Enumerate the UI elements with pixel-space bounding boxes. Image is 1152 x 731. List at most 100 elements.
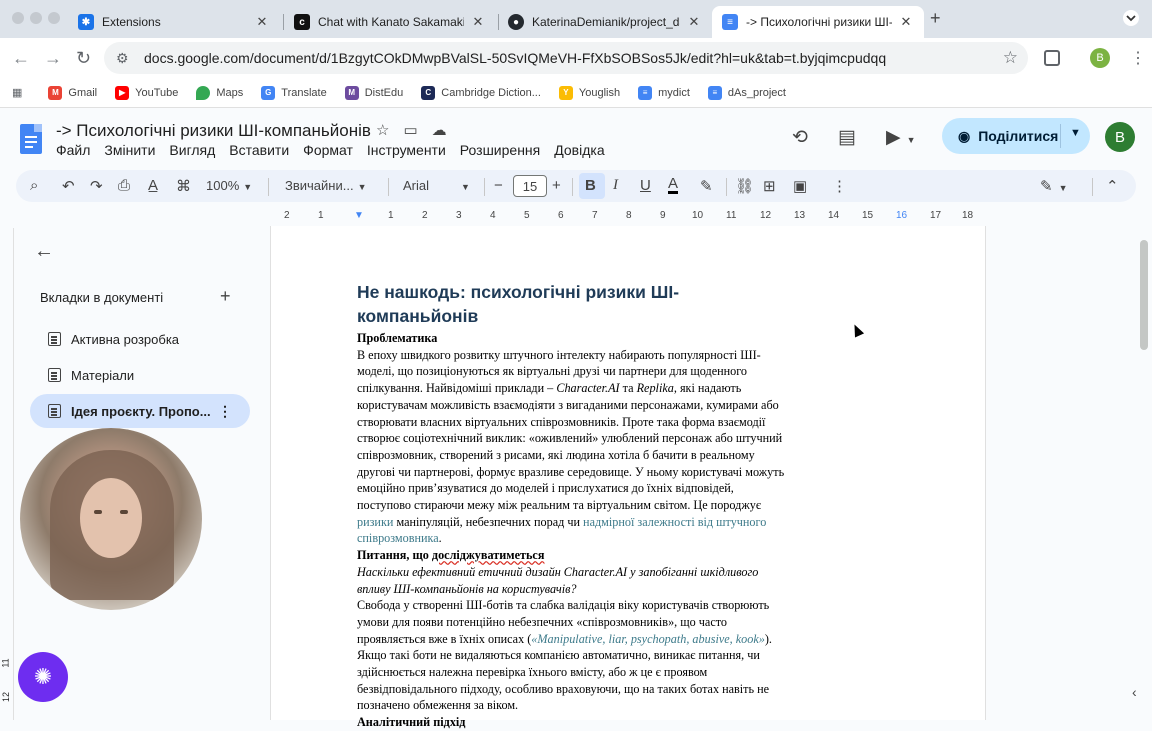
bookmark-youtube[interactable]: ▶ YouTube xyxy=(115,85,178,100)
vertical-ruler[interactable]: 11 12 xyxy=(0,228,14,720)
browser-tab-strip: ✱ Extensions ✕ c Chat with Kanato Sakama… xyxy=(0,0,1152,38)
close-icon[interactable]: ✕ xyxy=(254,14,270,30)
undo-icon[interactable]: ↶ xyxy=(62,177,75,195)
add-tab-icon[interactable]: + xyxy=(220,286,231,307)
section-title-question: Питання, що досліджуватиметься xyxy=(357,548,545,563)
profile-avatar[interactable]: B xyxy=(1090,48,1110,68)
bookmark-maps[interactable]: Maps xyxy=(196,85,243,100)
sidebar-tab-materials[interactable]: Матеріали xyxy=(30,358,250,392)
bookmark-das-project[interactable]: ≡ dAs_project xyxy=(707,85,786,100)
insert-link-icon[interactable]: ⛓ xyxy=(735,177,754,195)
add-comment-icon[interactable]: ⊞ xyxy=(763,177,776,195)
editing-mode-icon[interactable]: ✎ ▼ xyxy=(1040,177,1068,195)
assistant-launcher-button[interactable]: ✺ xyxy=(18,652,68,702)
tab-title: -> Психологічні ризики ШІ- xyxy=(746,15,892,29)
puzzle-icon: ✱ xyxy=(78,14,94,30)
github-icon: ● xyxy=(508,14,524,30)
link-risks[interactable]: ризики xyxy=(357,515,393,529)
highlight-icon[interactable]: ✎ xyxy=(700,177,713,195)
paragraph-problem: В епоху швидкого розвитку штучного інтел… xyxy=(357,347,785,546)
browser-tab-extensions[interactable]: ✱ Extensions ✕ xyxy=(68,6,280,38)
menu-file[interactable]: Файл xyxy=(56,142,90,158)
bookmark-star-icon[interactable]: ☆ xyxy=(1003,48,1018,68)
close-icon[interactable]: ✕ xyxy=(898,14,914,30)
more-tools-icon[interactable]: ⋮ xyxy=(832,177,847,195)
font-size-input[interactable]: 15 xyxy=(513,175,547,197)
bold-icon[interactable]: B xyxy=(585,177,596,194)
text-color-icon[interactable]: A xyxy=(668,176,679,194)
version-history-icon[interactable]: ⟲ xyxy=(792,126,808,149)
decrease-font-size-icon[interactable]: − xyxy=(494,177,503,194)
close-icon[interactable]: ✕ xyxy=(470,14,486,30)
extensions-icon[interactable] xyxy=(1044,50,1060,66)
menu-help[interactable]: Довідка xyxy=(554,142,604,158)
new-tab-button[interactable]: + xyxy=(930,8,941,29)
browser-tab-chat[interactable]: c Chat with Kanato Sakamaki | ✕ xyxy=(284,6,496,38)
browser-menu-icon[interactable]: ⋮ xyxy=(1130,48,1146,68)
address-bar[interactable]: ⚙ docs.google.com/document/d/1BzgytCOkDM… xyxy=(104,42,1028,74)
globe-icon: ◉ xyxy=(958,127,971,144)
share-button[interactable]: ◉ Поділитися ▼ xyxy=(942,118,1090,154)
reload-icon[interactable]: ↻ xyxy=(76,48,91,69)
paint-format-icon[interactable]: ⌘ xyxy=(176,177,191,195)
more-options-icon[interactable]: ⋮ xyxy=(218,403,232,420)
window-zoom-control[interactable] xyxy=(48,12,60,24)
print-icon[interactable]: ⎙ xyxy=(118,177,130,194)
hide-menus-icon[interactable]: ⌃ xyxy=(1106,177,1119,195)
cloud-saved-icon[interactable]: ☁ xyxy=(432,121,447,139)
document-tabs-heading: Вкладки в документі xyxy=(40,290,164,305)
bookmark-gmail[interactable]: M Gmail xyxy=(48,85,97,100)
increase-font-size-icon[interactable]: + xyxy=(552,177,561,194)
docs-logo-icon[interactable] xyxy=(20,124,42,154)
tab-title: KaterinaDemianik/project_da xyxy=(532,15,680,29)
italic-icon[interactable]: I xyxy=(613,177,618,194)
apps-grid-icon[interactable]: ▦ xyxy=(12,86,22,99)
comments-icon[interactable]: ▤ xyxy=(838,126,856,149)
document-body[interactable]: Не нашкодь: психологічні ризики ШІ-компа… xyxy=(357,280,789,731)
bookmark-mydict[interactable]: ≡ mydict xyxy=(638,85,690,100)
meet-icon[interactable]: ▶ ▼ xyxy=(886,126,916,149)
document-title[interactable]: -> Психологічні ризики ШІ-компаньйонів xyxy=(56,121,371,141)
back-icon[interactable]: ← xyxy=(12,48,30,69)
paragraph-style-select[interactable]: Звичайни... ▼ xyxy=(285,178,366,193)
link-bot-descriptions[interactable]: «Manipulative, liar, psychopath, abusive… xyxy=(531,632,765,646)
back-arrow-icon[interactable]: ← xyxy=(34,240,54,263)
horizontal-ruler[interactable]: 2 1 ▼ 1 2 3 4 5 6 7 8 9 10 11 12 13 14 1… xyxy=(270,206,986,226)
section-title-problem: Проблематика xyxy=(357,331,438,345)
window-minimize-control[interactable] xyxy=(30,12,42,24)
menu-view[interactable]: Вигляд xyxy=(169,142,215,158)
star-icon[interactable]: ☆ xyxy=(376,121,389,139)
underline-icon[interactable]: U xyxy=(640,177,651,194)
account-avatar[interactable]: B xyxy=(1105,122,1135,152)
browser-tab-github[interactable]: ● KaterinaDemianik/project_da ✕ xyxy=(498,6,712,38)
side-panel-toggle-icon[interactable]: ‹ xyxy=(1132,684,1152,706)
bookmark-translate[interactable]: G Translate xyxy=(261,85,327,100)
menu-tools[interactable]: Інструменти xyxy=(367,142,446,158)
zoom-select[interactable]: 100% ▼ xyxy=(206,178,252,193)
sidebar-tab-project-idea[interactable]: Ідея проєкту. Пропо... ⋮ xyxy=(30,394,250,428)
site-info-icon[interactable]: ⚙ xyxy=(116,50,134,67)
browser-tab-docs[interactable]: ≡ -> Психологічні ризики ШІ- ✕ xyxy=(712,6,924,38)
window-close-control[interactable] xyxy=(12,12,24,24)
bookmark-cambridge[interactable]: C Cambridge Diction... xyxy=(421,85,541,100)
sidebar-tab-active-dev[interactable]: Активна розробка xyxy=(30,322,250,356)
vertical-scrollbar[interactable] xyxy=(1140,240,1148,350)
spellcheck-icon[interactable]: A̲ xyxy=(148,177,158,194)
bookmark-distedu[interactable]: M DistEdu xyxy=(344,85,403,100)
font-family-select[interactable]: Arial ▼ xyxy=(403,178,470,193)
share-dropdown-icon[interactable]: ▼ xyxy=(1070,127,1081,139)
menu-edit[interactable]: Змінити xyxy=(104,142,155,158)
search-menus-icon[interactable]: ⌕ xyxy=(30,177,38,194)
menu-extensions[interactable]: Розширення xyxy=(460,142,540,158)
redo-icon[interactable]: ↷ xyxy=(90,177,103,195)
bookmark-youglish[interactable]: Y Youglish xyxy=(558,85,620,100)
menu-format[interactable]: Формат xyxy=(303,142,353,158)
tab-search-button[interactable] xyxy=(1118,6,1144,30)
forward-icon[interactable]: → xyxy=(44,48,62,69)
menu-insert[interactable]: Вставити xyxy=(229,142,289,158)
close-icon[interactable]: ✕ xyxy=(686,14,702,30)
insert-image-icon[interactable]: ▣ xyxy=(793,177,807,195)
indent-marker-icon[interactable]: ▼ xyxy=(354,210,364,221)
distedu-icon: M xyxy=(344,85,359,100)
move-folder-icon[interactable]: ▭ xyxy=(403,121,417,139)
